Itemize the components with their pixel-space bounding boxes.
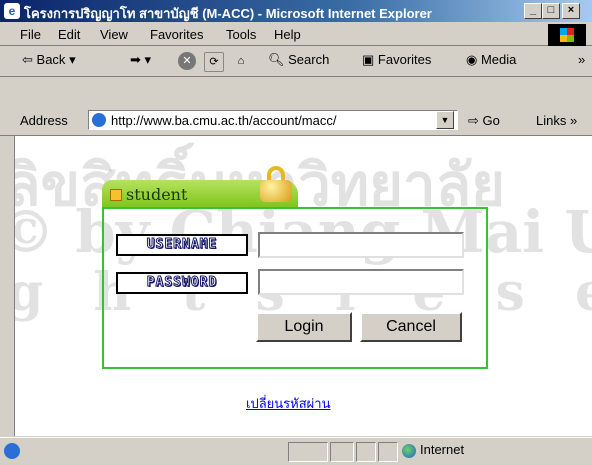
menu-tools[interactable]: Tools: [226, 27, 256, 42]
toolbar: ⇦ Back ▾ ➡ ▾ ✕ ⟳ ⌂ 🔍︎ Search ▣ Favorites…: [0, 46, 592, 77]
back-arrow-icon: ⇦: [22, 52, 33, 67]
media-label: Media: [480, 52, 517, 67]
title-bar: e โครงการปริญญาโท สาขาบัญชี (M-ACC) - Mi…: [0, 0, 592, 22]
home-button[interactable]: ⌂: [232, 52, 250, 70]
change-password-link[interactable]: เปลี่ยนรหัสผ่าน: [246, 393, 330, 414]
page-icon: [92, 113, 106, 127]
menu-file[interactable]: File: [20, 27, 41, 42]
favorites-icon: ▣: [362, 52, 375, 67]
windows-logo-icon: [548, 24, 586, 46]
window-title: โครงการปริญญาโท สาขาบัญชี (M-ACC) - Micr…: [24, 6, 432, 21]
address-bar: Address http://www.ba.cmu.ac.th/account/…: [0, 107, 592, 136]
media-icon: ◉: [466, 52, 478, 67]
go-button[interactable]: ⇨ Go: [468, 113, 500, 129]
lock-icon: [260, 166, 294, 202]
zone-label: Internet: [420, 442, 465, 457]
close-button[interactable]: ×: [562, 3, 580, 19]
menu-bar: File Edit View Favorites Tools Help: [0, 23, 592, 46]
login-button[interactable]: Login: [256, 312, 352, 342]
forward-button[interactable]: ➡ ▾: [130, 52, 151, 68]
stop-icon: ✕: [178, 52, 196, 70]
back-label: Back: [36, 52, 66, 67]
search-label: Search: [288, 52, 330, 67]
links-label: Links: [536, 113, 567, 128]
chevron-down-icon: ▾: [69, 52, 76, 67]
status-cell: [330, 442, 354, 462]
minimize-button[interactable]: _: [524, 3, 542, 19]
address-dropdown-button[interactable]: ▼: [436, 111, 454, 129]
cancel-button[interactable]: Cancel: [360, 312, 462, 342]
search-button[interactable]: 🔍︎ Search: [268, 52, 329, 68]
home-icon: ⌂: [237, 55, 245, 67]
go-arrow-icon: ⇨: [468, 113, 479, 128]
menu-view[interactable]: View: [100, 27, 128, 42]
menu-edit[interactable]: Edit: [58, 27, 80, 42]
status-bar: Internet: [0, 437, 592, 465]
stop-button[interactable]: ✕: [178, 52, 196, 70]
go-label: Go: [482, 113, 500, 128]
address-url: http://www.ba.cmu.ac.th/account/macc/: [111, 113, 337, 128]
password-input[interactable]: [258, 269, 464, 295]
status-cell: [356, 442, 376, 462]
tab-bullet-icon: [110, 189, 122, 201]
status-cell: [288, 442, 328, 462]
menu-help[interactable]: Help: [274, 27, 301, 42]
maximize-button[interactable]: □: [542, 3, 560, 19]
password-label: PASSWORD: [116, 272, 248, 294]
favorites-label: Favorites: [377, 52, 432, 67]
toolbar-overflow-icon[interactable]: »: [578, 52, 585, 67]
address-input[interactable]: http://www.ba.cmu.ac.th/account/macc/: [88, 110, 458, 130]
internet-globe-icon: [402, 443, 416, 458]
links-button[interactable]: Links »: [536, 113, 577, 128]
security-zone: Internet: [402, 442, 464, 458]
menu-favorites[interactable]: Favorites: [150, 27, 203, 42]
media-button[interactable]: ◉ Media: [466, 52, 516, 68]
refresh-icon: ⟳: [204, 52, 224, 72]
forward-arrow-icon: ➡ ▾: [130, 52, 152, 67]
search-icon: 🔍︎: [268, 52, 285, 67]
status-page-icon: [4, 443, 20, 459]
refresh-button[interactable]: ⟳: [204, 52, 224, 72]
favorites-button[interactable]: ▣ Favorites: [362, 52, 431, 68]
username-input[interactable]: [258, 232, 464, 258]
student-tab-label: student: [126, 185, 188, 204]
back-button[interactable]: ⇦ Back ▾: [22, 52, 76, 68]
ie-icon: e: [4, 3, 20, 19]
address-label: Address: [20, 113, 68, 128]
status-cell: [378, 442, 398, 462]
username-label: USERNAME: [116, 234, 248, 256]
